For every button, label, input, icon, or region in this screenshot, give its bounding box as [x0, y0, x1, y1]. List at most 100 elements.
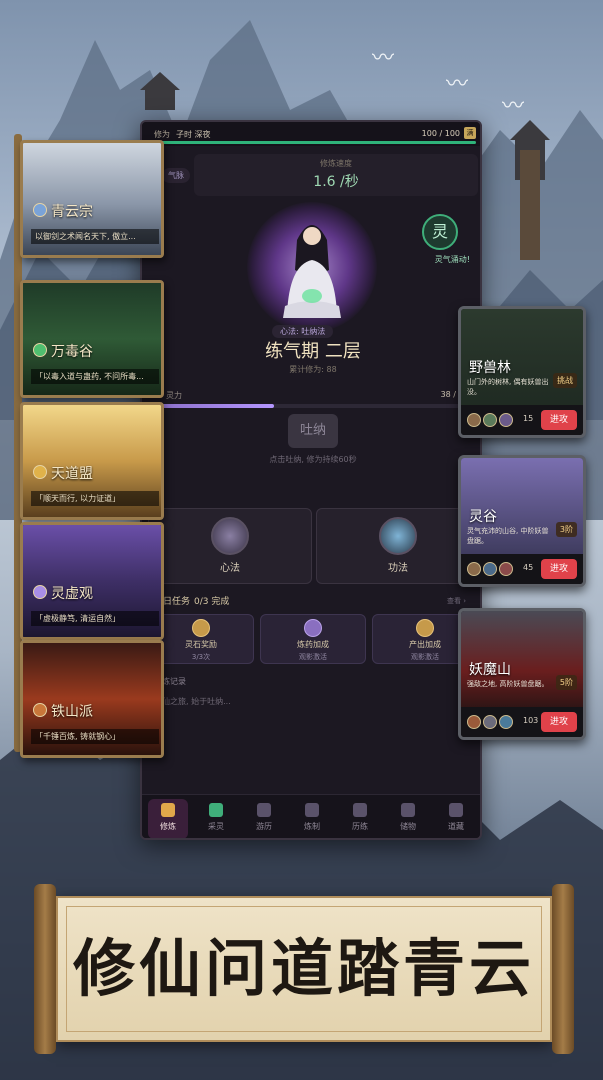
- enemy-avatar-icon: [467, 562, 481, 576]
- scroll-icon: [449, 803, 463, 817]
- battle-card[interactable]: 野兽林 挑战 山门外的树林, 偶有妖兽出没。 15 进攻: [458, 306, 586, 438]
- sect-card[interactable]: 灵虚观 「虚极静笃, 清运自然」: [20, 522, 164, 640]
- gather-icon: [209, 803, 223, 817]
- status-bar: 修为 子时 深夜 100 / 100 满: [142, 122, 480, 146]
- enemy-avatar-icon: [483, 413, 497, 427]
- speed-panel: 修炼速度 1.6 /秒: [194, 154, 478, 196]
- speed-value: 1.6 /秒: [313, 174, 359, 190]
- view-all-link[interactable]: 查看 ›: [447, 596, 466, 606]
- cumulative-cultivation: 累计修为: 88: [289, 365, 337, 374]
- sect-card[interactable]: 万毒谷 「以毒入道与蛊药, 不问所毒...: [20, 280, 164, 398]
- nav-storage[interactable]: 储物: [388, 799, 428, 838]
- daily-task[interactable]: 炼药加成 观影激活: [260, 614, 366, 664]
- sect-name: 铁山派: [51, 704, 93, 720]
- spirit-surge-label: 灵气涌动!: [434, 255, 470, 264]
- enemy-avatar-icon: [499, 413, 513, 427]
- stamina-bar: [150, 141, 476, 144]
- enemy-avatar-icon: [499, 715, 513, 729]
- sect-desc: 「以毒入道与蛊药, 不问所毒...: [31, 369, 159, 384]
- log-line: 修仙之旅, 始于吐纳...: [154, 697, 231, 706]
- qi-tag[interactable]: 气脉: [162, 168, 190, 183]
- crane-icon: 〰: [372, 46, 395, 71]
- spirit-stone-icon: [192, 619, 210, 637]
- slogan-scroll: 修仙问道踏青云: [34, 884, 574, 1054]
- enemy-avatar-icon: [483, 562, 497, 576]
- map-icon: [257, 803, 271, 817]
- sect-desc: 以御剑之术闻名天下, 傲立...: [31, 229, 159, 244]
- cultivator-avatar[interactable]: [277, 210, 347, 320]
- battle-card[interactable]: 妖魔山 5阶 强敌之地, 高阶妖兽盘踞。 103 进攻: [458, 608, 586, 740]
- battle-name: 妖魔山: [469, 662, 511, 678]
- cultivate-icon: [161, 803, 175, 817]
- sect-badge-icon: [33, 585, 47, 599]
- cauldron-icon: [305, 803, 319, 817]
- skill-card[interactable]: 功法: [316, 508, 480, 584]
- cultivation-label: 修为: [154, 130, 170, 139]
- battle-footer: 45 进攻: [461, 554, 583, 584]
- slogan-text: 修仙问道踏青云: [72, 932, 535, 1005]
- battle-footer: 103 进攻: [461, 707, 583, 737]
- daily-task-count: 0/3 完成: [194, 597, 230, 607]
- heart-method-card[interactable]: 心法: [148, 508, 312, 584]
- battle-card[interactable]: 灵谷 3阶 灵气充沛的山谷, 中阶妖兽盘踞。 45 进攻: [458, 455, 586, 587]
- task-status: 观影激活: [299, 653, 327, 661]
- nav-gather[interactable]: 采灵: [196, 799, 236, 838]
- progress-value: 38 /: [440, 390, 456, 399]
- crane-icon: 〰: [446, 72, 469, 97]
- sect-desc: 「虚极静笃, 清运自然」: [31, 611, 159, 626]
- battle-desc: 强敌之地, 高阶妖兽盘踞。: [467, 680, 549, 688]
- realm-title: 练气期 二层: [265, 341, 361, 362]
- battle-level: 3阶: [555, 522, 577, 537]
- sect-name: 灵虚观: [51, 586, 93, 602]
- battle-level: 挑战: [553, 373, 577, 388]
- attack-button[interactable]: 进攻: [541, 410, 577, 430]
- realm-progress-bar: [152, 404, 474, 408]
- sect-badge-icon: [33, 203, 47, 217]
- enemy-avatar-icon: [483, 715, 497, 729]
- skill-label: 功法: [388, 563, 408, 574]
- nav-cultivate[interactable]: 修炼: [148, 799, 188, 838]
- nav-craft[interactable]: 炼制: [292, 799, 332, 838]
- task-name: 灵石奖励: [185, 640, 217, 649]
- enemy-avatar-icon: [467, 715, 481, 729]
- sect-badge-icon: [33, 703, 47, 717]
- time-label: 子时 深夜: [176, 130, 211, 139]
- nav-train[interactable]: 历练: [340, 799, 380, 838]
- nav-travel[interactable]: 游历: [244, 799, 284, 838]
- battle-level: 5阶: [555, 675, 577, 690]
- heart-method-label: 心法: [220, 563, 240, 574]
- battle-desc: 灵气充沛的山谷, 中阶妖兽盘踞。: [467, 527, 549, 545]
- sect-card[interactable]: 天道盟 「顺天而行, 以力证道」: [20, 402, 164, 520]
- sect-badge-icon: [33, 465, 47, 479]
- sect-name: 万毒谷: [51, 344, 93, 360]
- heart-method-icon: [211, 517, 249, 555]
- enemy-avatar-icon: [467, 413, 481, 427]
- stamina-value: 100 / 100: [421, 129, 460, 138]
- game-screen: 修为 子时 深夜 100 / 100 满 气脉 修炼速度 1.6 /秒 灵 灵气…: [140, 120, 482, 840]
- attack-button[interactable]: 进攻: [541, 712, 577, 732]
- attack-button[interactable]: 进攻: [541, 559, 577, 579]
- task-status: 3/3次: [191, 653, 211, 661]
- skill-icon: [379, 517, 417, 555]
- bottom-nav: 修炼 采灵 游历 炼制 历练 储物 道藏: [142, 794, 480, 838]
- sect-name: 青云宗: [51, 204, 93, 220]
- potion-icon: [304, 619, 322, 637]
- enemy-avatar-icon: [499, 562, 513, 576]
- spirit-surge-button[interactable]: 灵: [422, 214, 458, 250]
- full-tag: 满: [464, 127, 476, 139]
- output-icon: [416, 619, 434, 637]
- breath-button[interactable]: 吐纳: [288, 414, 338, 448]
- sword-icon: [353, 803, 367, 817]
- bag-icon: [401, 803, 415, 817]
- sect-card[interactable]: 青云宗 以御剑之术闻名天下, 傲立...: [20, 140, 164, 258]
- nav-library[interactable]: 道藏: [436, 799, 476, 838]
- task-name: 炼药加成: [297, 640, 329, 649]
- sect-card[interactable]: 铁山派 「千锤百炼, 铸就钢心」: [20, 640, 164, 758]
- battle-name: 灵谷: [469, 509, 497, 525]
- sect-name: 天道盟: [51, 466, 93, 482]
- speed-label: 修炼速度: [320, 159, 352, 168]
- enemy-count: 45: [523, 563, 534, 572]
- breath-hint: 点击吐纳, 修为持续60秒: [269, 455, 357, 464]
- enemy-count: 15: [523, 414, 534, 423]
- sect-desc: 「顺天而行, 以力证道」: [31, 491, 159, 506]
